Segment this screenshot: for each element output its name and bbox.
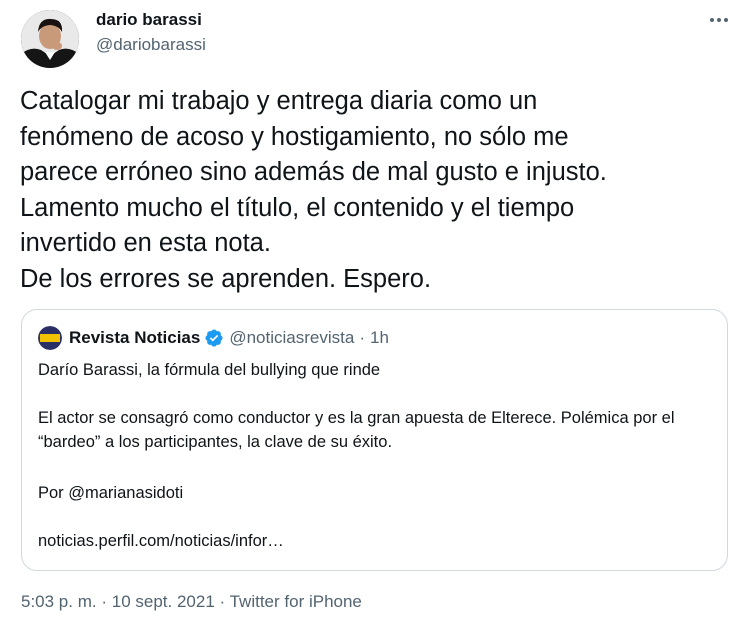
quoted-tweet-card[interactable]: Revista Noticias @noticiasrevista · 1h D… [21,309,728,571]
meta-separator: · [101,592,108,611]
author-avatar[interactable] [21,10,79,68]
quoted-tweet-byline: Por @marianasidoti [38,484,184,502]
quoted-author-handle[interactable]: @noticiasrevista [229,328,354,348]
quoted-tweet-header: Revista Noticias @noticiasrevista · 1h [69,326,389,350]
tweet-time[interactable]: 5:03 p. m. [21,592,97,611]
tweet-text: Catalogar mi trabajo y entrega diaria co… [20,87,607,293]
tweet: dario barassi @dariobarassi Catalogar mi… [0,0,753,634]
more-options-button[interactable] [707,8,731,32]
verified-badge-icon [205,329,223,347]
tweet-source-link[interactable]: Twitter for iPhone [230,592,362,611]
quoted-tweet-title: Darío Barassi, la fórmula del bullying q… [38,361,381,379]
author-name[interactable]: dario barassi [96,10,202,30]
tweet-date[interactable]: 10 sept. 2021 [112,592,215,611]
quoted-tweet-link: noticias.perfil.com/noticias/infor… [38,532,284,550]
quoted-tweet-time[interactable]: 1h [370,328,389,348]
noticias-logo-icon [38,326,62,350]
header-separator: · [359,328,365,347]
quoted-tweet-description: El actor se consagró como conductor y es… [38,409,675,451]
author-handle[interactable]: @dariobarassi [96,35,206,55]
tweet-metadata: 5:03 p. m. · 10 sept. 2021 · Twitter for… [21,592,362,612]
meta-separator: · [219,592,226,611]
quoted-author-avatar[interactable] [38,326,62,350]
quoted-author-name[interactable]: Revista Noticias [69,328,200,348]
more-horizontal-icon [710,18,728,22]
author-avatar-image [21,10,79,68]
